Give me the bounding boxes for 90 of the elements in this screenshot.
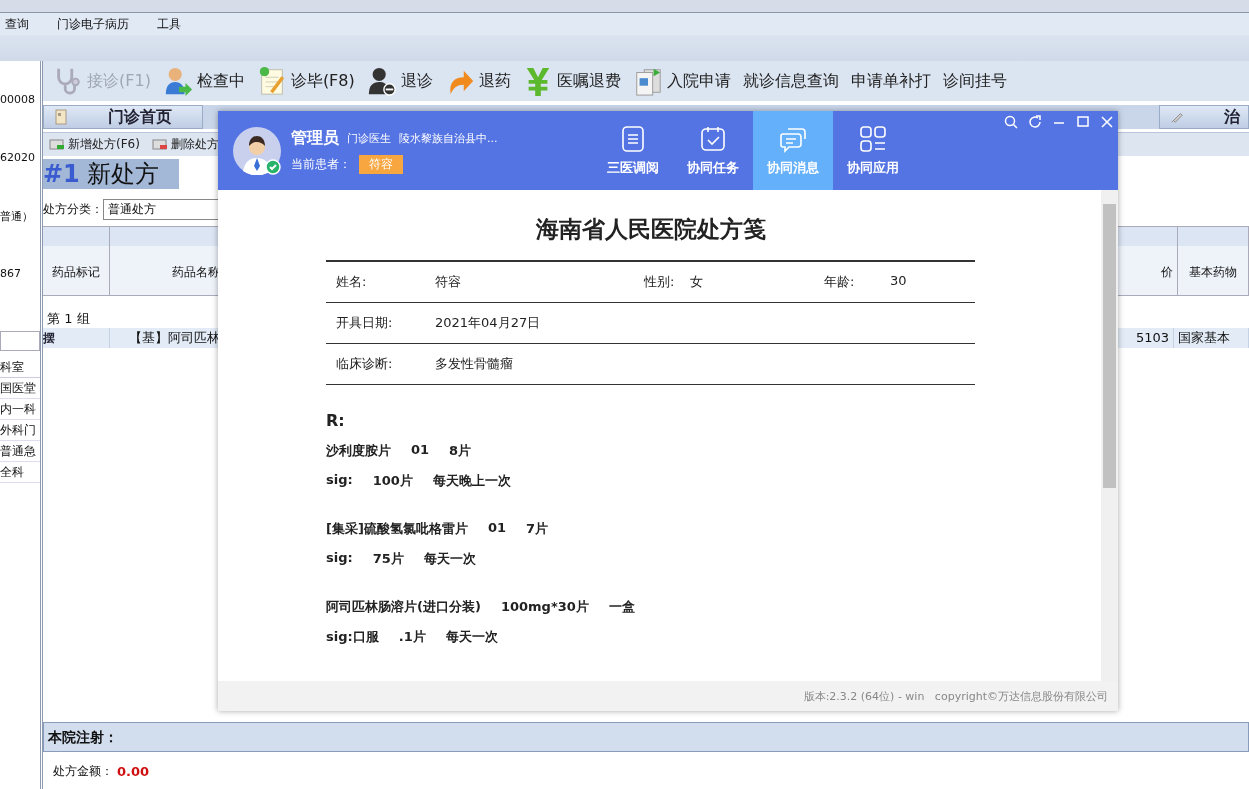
toolbar-button[interactable]: 删除处方 <box>149 136 221 153</box>
tab[interactable]: 治 <box>1159 105 1249 129</box>
dosage-text: 每天一次 <box>445 628 498 646</box>
app-grid-icon <box>859 124 887 153</box>
field-value: 2021年04月27日 <box>435 314 541 332</box>
avatar-icon <box>233 126 281 175</box>
scrollbar[interactable] <box>1101 190 1118 681</box>
field-label: 性别: <box>643 273 676 291</box>
menu-item[interactable]: 工具 <box>152 15 186 33</box>
person-minus-icon <box>366 66 397 96</box>
patient-info-text: 62020 <box>0 151 35 166</box>
patient-label: 当前患者： <box>291 155 351 173</box>
toolbar-button[interactable]: 就诊信息查询 <box>738 70 843 92</box>
toolbar-button[interactable]: 退诊 <box>362 66 437 96</box>
department-item[interactable]: 外科门 <box>0 420 40 441</box>
nav-tab[interactable]: 协同任务 <box>673 111 753 190</box>
patient-info-text: 867 <box>0 267 21 282</box>
department-item[interactable]: 内一科 <box>0 399 40 420</box>
version-text: 版本:2.3.2 (64位) - win copyright©万达信息股份有限公司 <box>803 688 1108 704</box>
user-organization: 陵水黎族自治县中... <box>399 130 498 146</box>
calendar-check-icon <box>699 124 727 153</box>
field-value: 符容 <box>435 273 461 291</box>
category-label: 处方分类： <box>43 201 103 218</box>
toolbar-button[interactable]: 诊间挂号 <box>938 70 1011 92</box>
toolbar-button[interactable]: 退药 <box>440 66 515 96</box>
toolbar-button[interactable]: 申请单补打 <box>846 70 935 92</box>
field-value: 多发性骨髓瘤 <box>435 355 513 373</box>
user-role: 门诊医生 <box>347 130 391 146</box>
drug-text: [集采]硫酸氢氯吡格雷片 <box>326 520 468 538</box>
dosage-text: 75片 <box>372 550 404 568</box>
menu-item[interactable]: 门诊电子病历 <box>52 15 134 33</box>
drug-text: 阿司匹林肠溶片(进口分装) <box>326 598 481 616</box>
card-icon <box>54 109 68 125</box>
amount-label: 处方金额： <box>53 762 113 780</box>
dosage-text: sig:口服 <box>326 628 379 646</box>
select-field[interactable] <box>0 331 40 351</box>
dosage-text: 100片 <box>372 472 413 490</box>
document-title: 海南省人民医院处方笺 <box>534 215 767 244</box>
section-header: 本院注射： <box>43 722 1249 752</box>
toolbar-button[interactable]: 诊毕(F8) <box>252 66 359 96</box>
field-label: 临床诊断: <box>335 355 394 373</box>
drug-text: 7片 <box>526 520 549 538</box>
patient-info-text: 00008 <box>0 93 35 108</box>
toolbar-button[interactable]: 医嘱退费 <box>518 66 625 96</box>
remove-sheet-icon <box>151 138 168 151</box>
clipboard-icon <box>619 124 647 153</box>
search-icon[interactable] <box>1004 115 1018 129</box>
column-header: 基本药物 <box>1178 227 1249 295</box>
drug-text: 沙利度胺片 <box>326 442 391 460</box>
department-item[interactable]: 国医堂 <box>0 378 40 399</box>
nav-tab[interactable]: 三医调阅 <box>593 111 673 190</box>
field-label: 姓名: <box>335 273 368 291</box>
department-item[interactable]: 普通急 <box>0 441 40 462</box>
field-label: 年龄: <box>823 273 856 291</box>
table-cell: 国家基本 <box>1174 328 1249 348</box>
rx-label: R: <box>326 411 346 430</box>
column-header: 科室 <box>0 357 40 378</box>
prescription-title: #1 新处方 <box>43 159 180 189</box>
field-value: 女 <box>690 273 703 291</box>
patient-badge: 符容 <box>359 154 403 174</box>
dosage-text: sig: <box>326 472 353 489</box>
refresh-icon[interactable] <box>1028 115 1042 129</box>
close-icon[interactable] <box>1100 115 1114 129</box>
toolbar-button[interactable]: 新增处方(F6) <box>47 136 142 153</box>
user-name: 管理员 <box>291 127 339 149</box>
add-sheet-icon <box>49 138 65 151</box>
column-header: 药品标记 <box>43 227 110 295</box>
amount-value: 0.00 <box>117 763 150 779</box>
drug-text: 一盒 <box>608 598 635 616</box>
table-cell: 5103 <box>1129 328 1174 348</box>
dosage-text: sig: <box>326 550 353 567</box>
nav-tab[interactable]: 协同应用 <box>833 111 913 190</box>
dosage-text: 每天晚上一次 <box>432 472 511 490</box>
toolbar-button[interactable]: 入院申请 <box>628 66 735 96</box>
tab[interactable]: 门诊首页 <box>43 105 203 129</box>
drug-text: 01 <box>411 442 430 459</box>
field-value: 30 <box>890 273 907 290</box>
maximize-icon[interactable] <box>1076 115 1090 129</box>
menu-item[interactable]: 查询 <box>0 15 34 33</box>
patient-info-text: 普通） <box>0 209 33 225</box>
drug-text: 01 <box>487 520 506 537</box>
toolbar-button[interactable]: 检查中 <box>158 66 249 96</box>
table-cell: 摆 <box>43 328 110 348</box>
department-item[interactable]: 全科 <box>0 462 40 483</box>
field-label: 开具日期: <box>335 314 394 332</box>
drug-text: 100mg*30片 <box>500 598 589 616</box>
dosage-text: .1片 <box>398 628 426 646</box>
drug-text: 8片 <box>449 442 472 460</box>
group-label: 第 1 组 <box>46 310 90 328</box>
dosage-text: 每天一次 <box>423 550 476 568</box>
